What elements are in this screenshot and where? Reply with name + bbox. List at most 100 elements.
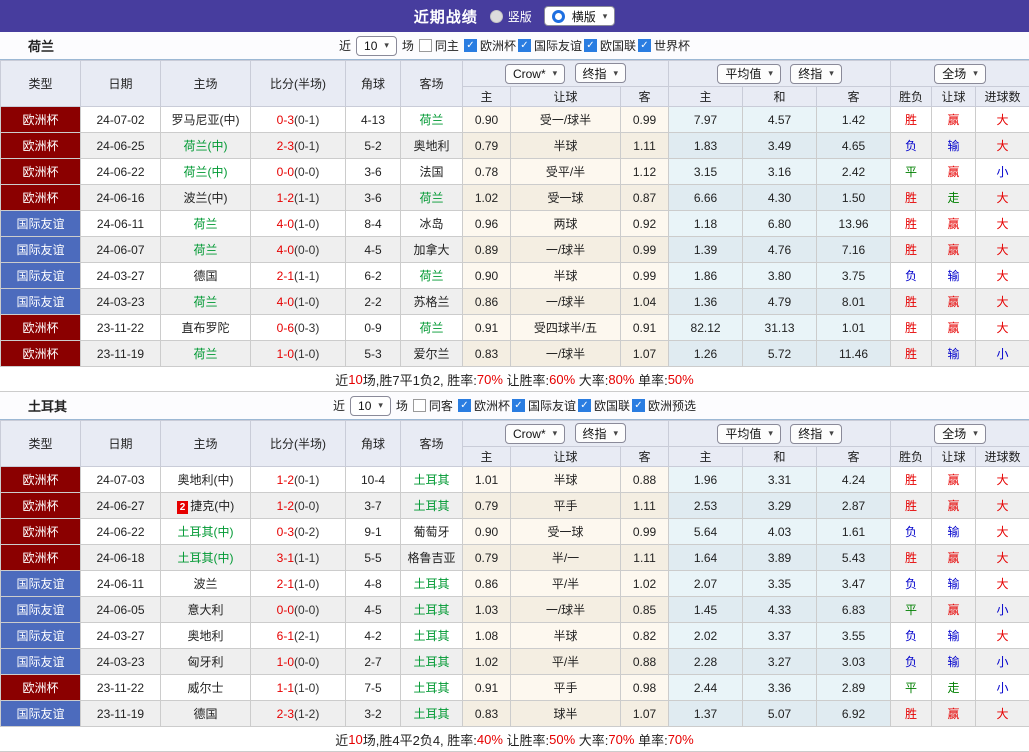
avg-draw: 3.89 (743, 545, 817, 571)
half-time-score: (0-0) (294, 165, 319, 179)
full-time-score: 2-3 (277, 707, 294, 721)
radio-icon (490, 10, 503, 23)
competition-checkbox[interactable]: 世界杯 (638, 37, 690, 54)
recent-count-select[interactable]: 10 (356, 36, 397, 56)
odds-handicap: 半球 (511, 623, 621, 649)
result-wdl: 胜 (891, 107, 932, 133)
home-team-name: 荷兰 (193, 243, 217, 257)
home-team-name: 威尔士 (187, 681, 223, 695)
average-select[interactable]: 平均值 (717, 424, 781, 444)
filter-matches-label: 场 (402, 37, 414, 54)
score-cell: 0-6(0-3) (251, 315, 346, 341)
half-time-score: (1-0) (294, 295, 319, 309)
away-team-name: 奥地利 (413, 139, 449, 153)
same-venue-checkbox[interactable]: 同主 (419, 37, 459, 54)
competition-type-cell: 国际友谊 (1, 237, 81, 263)
avg-away: 6.83 (817, 597, 891, 623)
avg-group-header: 平均值 终指 (669, 61, 891, 87)
recent-count-value: 10 (364, 39, 377, 53)
result-handicap: 走 (932, 185, 976, 211)
layout-vertical-radio[interactable]: 竖版 (490, 8, 532, 25)
recent-count-select[interactable]: 10 (350, 396, 391, 416)
odds-home: 1.01 (463, 467, 511, 493)
result-group-header: 全场 (891, 421, 1029, 447)
score-cell: 0-3(0-2) (251, 519, 346, 545)
competition-type-cell: 国际友谊 (1, 211, 81, 237)
avg-stage-select[interactable]: 终指 (790, 64, 842, 84)
score-cell: 2-1(1-0) (251, 571, 346, 597)
avg-draw: 31.13 (743, 315, 817, 341)
odds-stage-select[interactable]: 终指 (575, 423, 627, 443)
avg-home: 3.15 (669, 159, 743, 185)
home-team: 直布罗陀 (161, 315, 251, 341)
match-date: 23-11-19 (81, 701, 161, 727)
competition-checkbox[interactable]: 欧国联 (584, 37, 636, 54)
home-team: 波兰(中) (161, 185, 251, 211)
home-team: 荷兰 (161, 341, 251, 367)
same-venue-checkbox[interactable]: 同客 (413, 397, 453, 414)
competition-checkbox[interactable]: 欧洲预选 (632, 397, 696, 414)
odds-home: 0.90 (463, 107, 511, 133)
col-odds-home: 主 (463, 87, 511, 107)
corner-score: 4-5 (346, 597, 401, 623)
radio-selected-icon (552, 10, 565, 23)
avg-home: 1.36 (669, 289, 743, 315)
col-home: 主场 (161, 61, 251, 107)
competition-checkbox[interactable]: 欧国联 (578, 397, 630, 414)
section-header: 荷兰 近 10 场 同主 欧洲杯国际友谊欧国联世界杯 (0, 32, 1029, 60)
odds-group-header: Crow* 终指 (463, 61, 669, 87)
competition-checkbox[interactable]: 国际友谊 (518, 37, 582, 54)
result-wdl: 负 (891, 571, 932, 597)
layout-horizontal-radio[interactable]: 横版 (544, 6, 616, 26)
col-result-handicap: 让球 (932, 87, 976, 107)
avg-away: 2.89 (817, 675, 891, 701)
odds-home: 0.91 (463, 675, 511, 701)
home-team-name: 荷兰(中) (184, 139, 228, 153)
odds-handicap: 受一球 (511, 185, 621, 211)
avg-stage-select-value: 终指 (798, 65, 822, 82)
match-date: 24-06-22 (81, 159, 161, 185)
corner-score: 4-2 (346, 623, 401, 649)
avg-away: 5.43 (817, 545, 891, 571)
avg-stage-select[interactable]: 终指 (790, 424, 842, 444)
odds-stage-select[interactable]: 终指 (575, 63, 627, 83)
home-team-name: 荷兰 (193, 217, 217, 231)
avg-away: 11.46 (817, 341, 891, 367)
result-goals: 小 (976, 675, 1029, 701)
result-wdl: 胜 (891, 237, 932, 263)
odds-handicap: 一/球半 (511, 597, 621, 623)
competition-type-cell: 欧洲杯 (1, 467, 81, 493)
result-wdl: 负 (891, 649, 932, 675)
summary-stat-value: 80% (608, 372, 634, 387)
checkbox-checked-icon (464, 39, 477, 52)
scope-select[interactable]: 全场 (934, 64, 986, 84)
competition-checkbox[interactable]: 国际友谊 (512, 397, 576, 414)
corner-score: 5-3 (346, 341, 401, 367)
competition-type-cell: 国际友谊 (1, 263, 81, 289)
home-team: 匈牙利 (161, 649, 251, 675)
bookmaker-select[interactable]: Crow* (505, 424, 565, 444)
result-goals: 大 (976, 571, 1029, 597)
col-odds-home: 主 (463, 447, 511, 467)
checkbox-checked-icon (632, 399, 645, 412)
scope-select[interactable]: 全场 (934, 424, 986, 444)
average-select[interactable]: 平均值 (717, 64, 781, 84)
competition-checkbox[interactable]: 欧洲杯 (464, 37, 516, 54)
away-team-name: 土耳其 (413, 707, 449, 721)
competition-type-cell: 国际友谊 (1, 649, 81, 675)
away-team: 土耳其 (401, 571, 463, 597)
result-handicap: 输 (932, 519, 976, 545)
competition-checkbox[interactable]: 欧洲杯 (458, 397, 510, 414)
avg-away: 4.65 (817, 133, 891, 159)
avg-draw: 3.27 (743, 649, 817, 675)
corner-score: 3-7 (346, 493, 401, 519)
avg-draw: 5.72 (743, 341, 817, 367)
away-team-name: 葡萄牙 (413, 525, 449, 539)
odds-home: 0.83 (463, 701, 511, 727)
match-date: 24-06-11 (81, 211, 161, 237)
bookmaker-select[interactable]: Crow* (505, 64, 565, 84)
match-row: 国际友谊24-06-11波兰2-1(1-0)4-8土耳其0.86平/半1.022… (1, 571, 1029, 597)
avg-away: 7.16 (817, 237, 891, 263)
odds-handicap: 一/球半 (511, 237, 621, 263)
odds-home: 0.79 (463, 133, 511, 159)
